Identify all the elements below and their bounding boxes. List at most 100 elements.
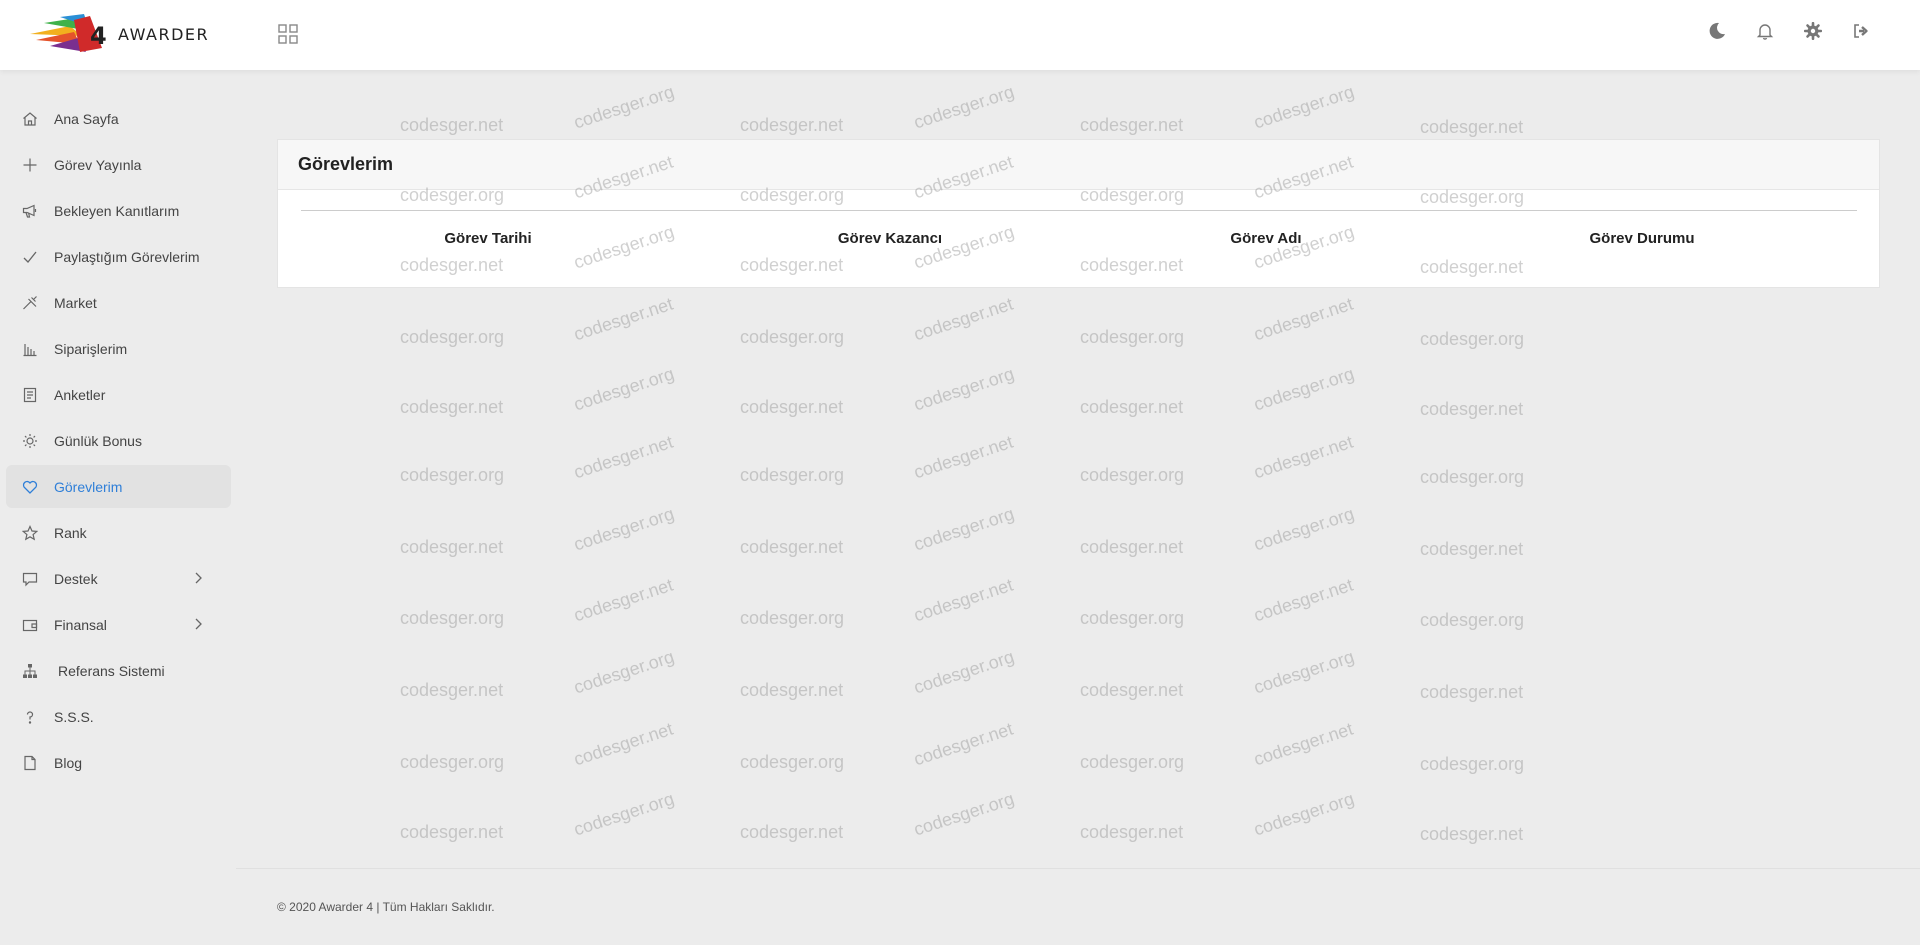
star-icon (22, 524, 38, 541)
watermark-text: codesger.org (740, 327, 845, 347)
sidebar-item-gunluk-bonus[interactable]: Günlük Bonus (6, 419, 231, 462)
watermark-text: codesger.org (740, 465, 845, 485)
watermark-text: codesger.net (740, 822, 844, 842)
column-header-gorev-kazanci[interactable]: Görev Kazancı (838, 230, 942, 247)
column-header-gorev-tarihi[interactable]: Görev Tarihi (444, 230, 531, 247)
watermark-text: codesger.org (1251, 788, 1357, 840)
chat-icon (22, 572, 38, 586)
chevron-right-icon (195, 618, 202, 630)
logo[interactable]: 4 AWARDER (30, 14, 209, 54)
logo-mark-icon: 4 (30, 14, 107, 52)
watermark-text: codesger.org (571, 81, 677, 133)
sidebar-item-rank[interactable]: Rank (6, 511, 231, 554)
watermark-text: codesger.org (911, 646, 1017, 698)
watermark-text: codesger.net (1251, 293, 1356, 345)
watermark-text: codesger.org (1251, 503, 1357, 555)
sitemap-icon (23, 663, 37, 678)
watermark-text: codesger.net (1080, 115, 1184, 135)
watermark-text: codesger.org (400, 752, 505, 772)
wallet-icon (22, 619, 38, 631)
watermark-text: codesger.org (1420, 610, 1525, 630)
home-icon (23, 111, 37, 126)
sidebar-item-siparislerim[interactable]: Siparişlerim (6, 327, 231, 370)
footer-copyright: © 2020 Awarder 4 | Tüm Hakları Saklıdır. (277, 900, 495, 914)
sidebar-item-label: Blog (54, 754, 83, 771)
sidebar-nav: Ana Sayfa Görev Yayınla Bekleyen Kanıtla… (6, 97, 231, 787)
sidebar-item-paylastigim-gorevlerim[interactable]: Paylaştığım Görevlerim (6, 235, 231, 278)
bell-icon[interactable] (1756, 22, 1774, 40)
sidebar-item-gorevlerim[interactable]: Görevlerim (6, 465, 231, 508)
watermark-text: codesger.org (1420, 329, 1525, 349)
heart-icon (22, 480, 38, 494)
sidebar-item-label: Siparişlerim (54, 340, 128, 357)
watermark-text: codesger.org (1251, 646, 1357, 698)
watermark-text: codesger.org (1420, 754, 1525, 774)
watermark-text: codesger.net (740, 115, 844, 135)
sidebar-item-label: Anketler (54, 386, 106, 403)
watermark-text: codesger.net (1420, 824, 1524, 844)
watermark-text: codesger.org (1251, 81, 1357, 133)
page-title: Görevlerim (298, 154, 394, 174)
sidebar-item-destek[interactable]: Destek (6, 557, 231, 600)
watermark-text: codesger.net (1251, 431, 1356, 483)
watermark-text: codesger.org (571, 646, 677, 698)
watermark-text: codesger.net (1420, 117, 1524, 137)
megaphone-icon (22, 204, 37, 218)
sidebar-item-label: Market (54, 294, 97, 311)
chevron-right-icon (195, 572, 202, 584)
sidebar: Ana Sayfa Görev Yayınla Bekleyen Kanıtla… (0, 70, 236, 945)
watermark-text: codesger.net (571, 293, 676, 345)
watermark-text: codesger.net (1420, 399, 1524, 419)
sidebar-item-bekleyen-kanitlarim[interactable]: Bekleyen Kanıtlarım (6, 189, 231, 232)
sidebar-item-referans-sistemi[interactable]: Referans Sistemi (6, 649, 231, 692)
sun-icon (23, 433, 37, 448)
grid-icon[interactable] (278, 24, 298, 44)
watermark-text: codesger.net (400, 537, 504, 557)
sidebar-item-finansal[interactable]: Finansal (6, 603, 231, 646)
sidebar-item-blog[interactable]: Blog (6, 741, 231, 784)
watermark-text: codesger.net (1080, 822, 1184, 842)
watermark-text: codesger.net (911, 293, 1016, 345)
sidebar-item-sss[interactable]: S.S.S. (6, 695, 231, 738)
card-header: Görevlerim (278, 140, 1879, 190)
watermark-text: codesger.org (740, 752, 845, 772)
watermark-text: codesger.org (400, 608, 505, 628)
watermark-text: codesger.net (1420, 539, 1524, 559)
watermark-text: codesger.net (740, 680, 844, 700)
watermark-text: codesger.org (740, 608, 845, 628)
file-icon (24, 755, 36, 770)
tasks-card: Görevlerim Görev Tarihi Görev Kazancı Gö… (277, 139, 1880, 288)
gear-icon[interactable] (1804, 22, 1822, 40)
watermark-text: codesger.net (571, 574, 676, 626)
watermark-text: codesger.org (911, 363, 1017, 415)
sidebar-item-ana-sayfa[interactable]: Ana Sayfa (6, 97, 231, 140)
watermark-text: codesger.org (911, 503, 1017, 555)
column-header-gorev-adi[interactable]: Görev Adı (1230, 230, 1301, 247)
watermark-text: codesger.org (1420, 467, 1525, 487)
watermark-text: codesger.net (1080, 537, 1184, 557)
watermark-text: codesger.net (1080, 680, 1184, 700)
sidebar-item-market[interactable]: Market (6, 281, 231, 324)
column-header-gorev-durumu[interactable]: Görev Durumu (1589, 230, 1694, 247)
watermark-text: codesger.org (1080, 327, 1185, 347)
watermark-text: codesger.net (400, 822, 504, 842)
check-icon (23, 251, 37, 263)
watermark-text: codesger.net (400, 115, 504, 135)
logo-text: AWARDER (118, 24, 210, 44)
moon-icon[interactable] (1708, 22, 1726, 40)
sidebar-item-label: Finansal (54, 616, 107, 633)
watermark-text: codesger.org (1080, 608, 1185, 628)
sidebar-item-label: Bekleyen Kanıtlarım (54, 202, 180, 219)
sidebar-item-label: Destek (54, 570, 98, 587)
watermark-text: codesger.org (400, 327, 505, 347)
watermark-text: codesger.net (740, 537, 844, 557)
watermark-text: codesger.net (1080, 397, 1184, 417)
watermark-text: codesger.org (400, 465, 505, 485)
watermark-text: codesger.net (1251, 718, 1356, 770)
logout-icon[interactable] (1852, 22, 1870, 40)
sidebar-item-anketler[interactable]: Anketler (6, 373, 231, 416)
watermark-text: codesger.org (911, 788, 1017, 840)
sidebar-item-gorev-yayinla[interactable]: Görev Yayınla (6, 143, 231, 186)
document-icon (23, 387, 37, 402)
watermark-text: codesger.org (571, 503, 677, 555)
